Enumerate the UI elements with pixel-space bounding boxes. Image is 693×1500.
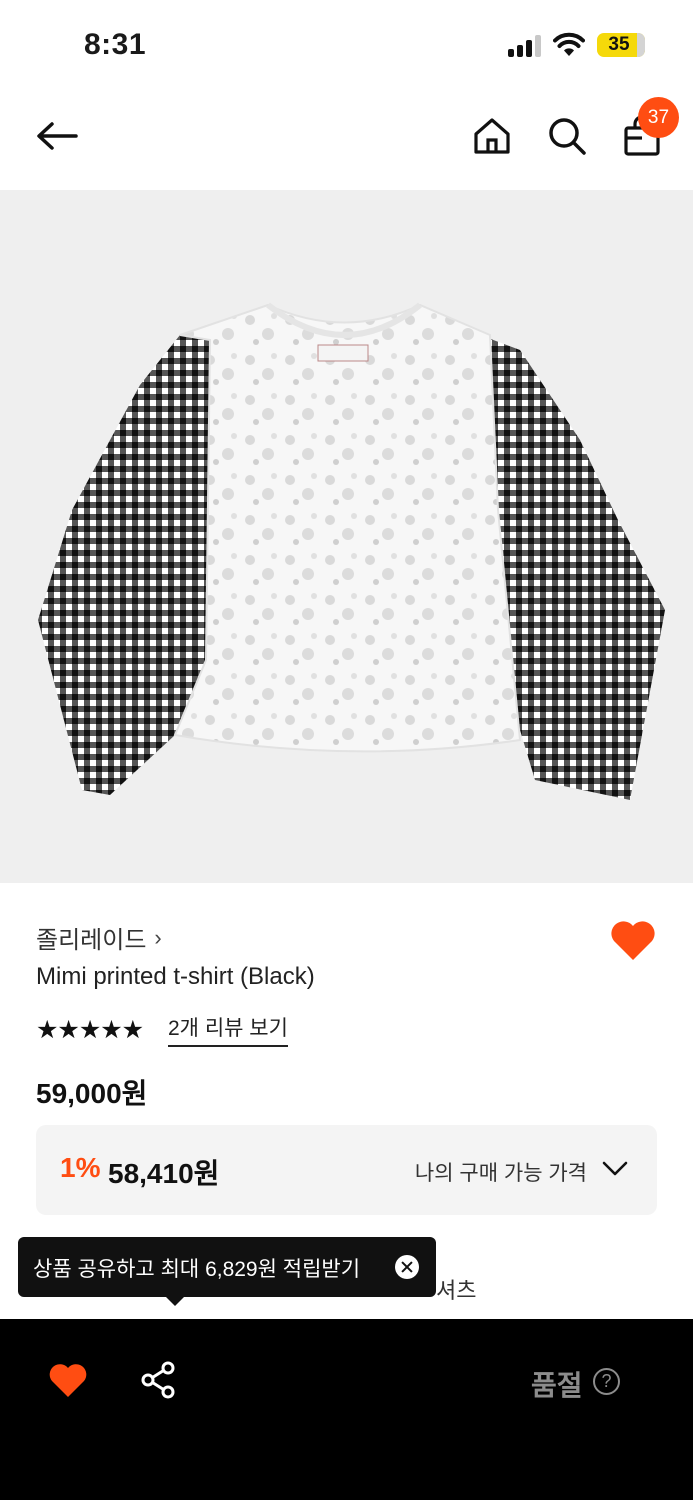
star-rating: ★★★★★ ★★★★★ (36, 1015, 144, 1044)
brand-name: 졸리레이드 (36, 927, 147, 954)
close-icon[interactable] (395, 1255, 419, 1279)
help-icon[interactable]: ? (593, 1368, 620, 1395)
share-icon[interactable] (140, 1361, 178, 1399)
top-nav: 37 (0, 90, 693, 190)
brand-link[interactable]: 졸리레이드 › (36, 920, 162, 955)
my-price-label: 나의 구매 가능 가격 (414, 1162, 587, 1185)
product-image[interactable] (0, 190, 693, 883)
my-price-dropdown[interactable]: 1% 58,410원 나의 구매 가능 가격 (36, 1125, 657, 1215)
back-arrow-icon[interactable] (32, 116, 82, 156)
chevron-right-icon: › (154, 924, 162, 950)
rating-row: ★★★★★ ★★★★★ 2개 리뷰 보기 (36, 1012, 288, 1047)
search-icon[interactable] (545, 114, 589, 158)
heart-icon[interactable] (609, 918, 657, 962)
product-photo (0, 190, 693, 883)
share-reward-tooltip: 상품 공유하고 최대 6,829원 적립받기 (18, 1237, 436, 1306)
signal-icon (508, 35, 542, 57)
chevron-down-icon (602, 1161, 628, 1176)
wifi-icon (553, 32, 585, 56)
bottom-action-bar: 품절 ? (0, 1319, 693, 1500)
tooltip-text: 상품 공유하고 최대 6,829원 적립받기 (33, 1258, 361, 1281)
product-name: Mimi printed t-shirt (Black) (36, 963, 315, 990)
discount-rate: 1% (60, 1152, 101, 1183)
home-icon[interactable] (470, 114, 514, 158)
soldout-button[interactable]: 품절 (531, 1364, 583, 1404)
review-link[interactable]: 2개 리뷰 보기 (168, 1012, 288, 1047)
battery-icon: 35 (597, 33, 645, 57)
battery-level: 35 (608, 34, 630, 55)
partial-text: 셔츠 (436, 1278, 477, 1303)
status-time: 8:31 (84, 28, 147, 61)
tooltip-tail (165, 1296, 185, 1306)
heart-icon[interactable] (48, 1362, 88, 1398)
cart-count-badge: 37 (638, 97, 679, 138)
discount-price: 58,410원 (108, 1158, 220, 1189)
product-price: 59,000원 (36, 1078, 148, 1109)
status-bar: 8:31 35 (0, 0, 693, 90)
